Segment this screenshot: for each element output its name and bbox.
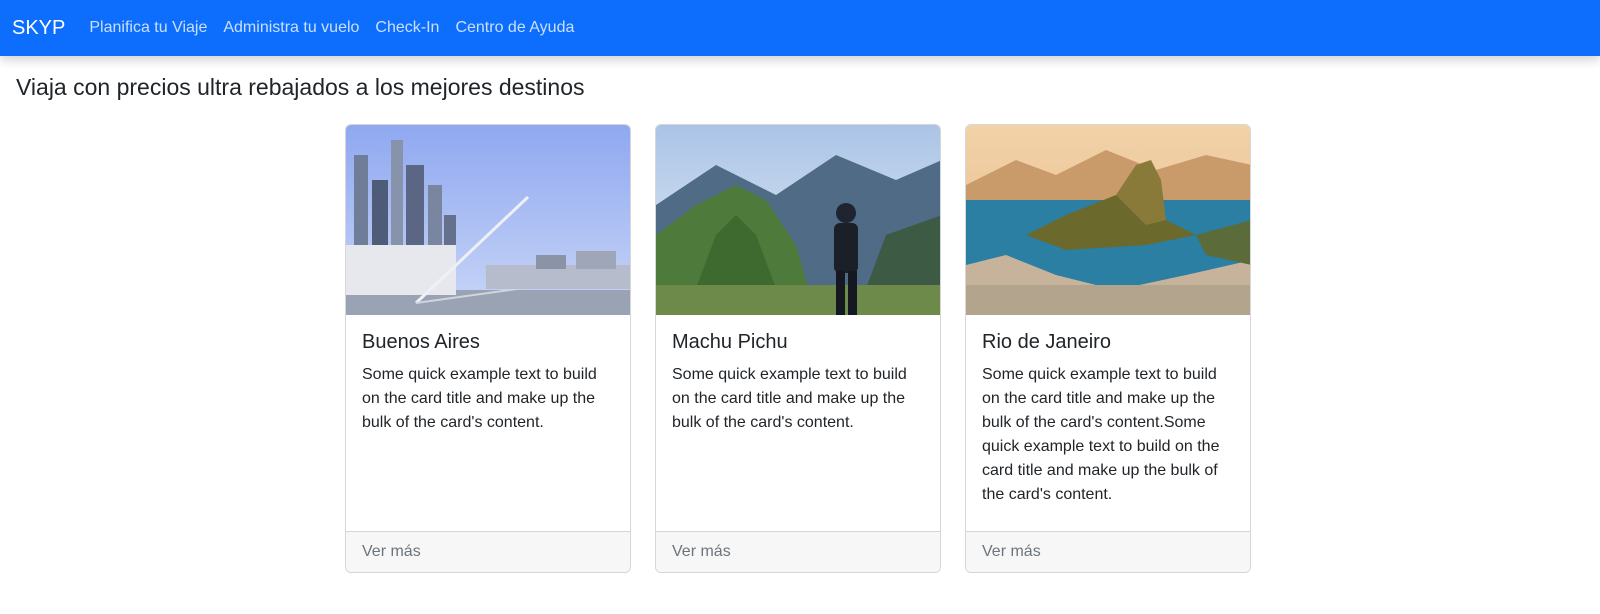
buenos-aires-image (346, 125, 630, 315)
nav-link-checkin[interactable]: Check-In (375, 19, 439, 37)
card-text: Some quick example text to build on the … (672, 366, 907, 431)
card-title: Machu Pichu (672, 331, 788, 353)
brand-logo[interactable]: SKYP (12, 17, 65, 40)
page-heading: Viaja con precios ultra rebajados a los … (16, 74, 585, 100)
card-footer-link[interactable]: Ver más (656, 531, 940, 572)
destination-card: Machu Pichu Some quick example text to b… (655, 124, 941, 573)
machu-pichu-image (656, 125, 940, 315)
card-footer-link[interactable]: Ver más (346, 531, 630, 572)
rio-de-janeiro-image (966, 125, 1250, 315)
nav-link-administra[interactable]: Administra tu vuelo (223, 19, 359, 37)
card-title: Buenos Aires (362, 331, 480, 353)
card-text: Some quick example text to build on the … (982, 366, 1220, 503)
destination-card: Rio de Janeiro Some quick example text t… (965, 124, 1251, 573)
card-body: Machu Pichu Some quick example text to b… (656, 315, 940, 531)
card-title: Rio de Janeiro (982, 331, 1111, 353)
nav-link-ayuda[interactable]: Centro de Ayuda (455, 19, 574, 37)
card-body: Rio de Janeiro Some quick example text t… (966, 315, 1250, 531)
card-body: Buenos Aires Some quick example text to … (346, 315, 630, 531)
top-navbar: SKYP Planifica tu Viaje Administra tu vu… (0, 0, 1600, 56)
card-text: Some quick example text to build on the … (362, 366, 597, 431)
nav-link-planifica[interactable]: Planifica tu Viaje (89, 19, 207, 37)
destination-cards: Buenos Aires Some quick example text to … (345, 124, 1600, 573)
card-footer-link[interactable]: Ver más (966, 531, 1250, 572)
destination-card: Buenos Aires Some quick example text to … (345, 124, 631, 573)
